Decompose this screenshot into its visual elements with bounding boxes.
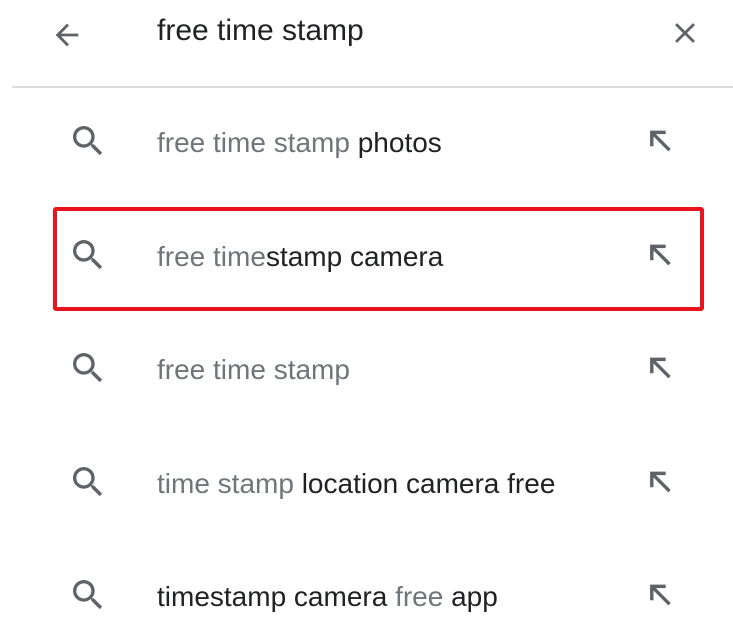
arrow-back-icon (55, 23, 79, 47)
search-bar: free time stamp (0, 0, 733, 86)
suggestion-item[interactable]: time stamp location camera free (0, 429, 733, 525)
clear-search-button[interactable] (662, 10, 708, 56)
arrow-up-left-icon (643, 239, 677, 273)
suggestion-item[interactable]: free time stamp (0, 315, 733, 411)
fill-query-button[interactable] (636, 345, 684, 393)
search-icon (68, 462, 108, 502)
suggestion-text: free timestamp camera (157, 239, 443, 275)
search-icon (68, 575, 108, 615)
fill-query-button[interactable] (636, 459, 684, 507)
suggestion-item[interactable]: timestamp camera free app (0, 542, 733, 638)
suggestion-text-part: free time stamp (157, 127, 358, 158)
arrow-up-left-icon (643, 466, 677, 500)
search-icon (68, 235, 108, 275)
suggestion-text: time stamp location camera free (157, 466, 555, 502)
suggestion-text-part: location camera free (301, 467, 556, 499)
fill-query-button[interactable] (636, 572, 684, 620)
suggestion-text-part: app (443, 581, 498, 612)
back-button[interactable] (44, 12, 90, 58)
suggestion-text-part: timestamp camera (157, 581, 396, 612)
suggestion-text-part: time stamp (157, 467, 302, 499)
suggestion-text: free time stamp photos (157, 125, 442, 161)
suggestion-text-part: photos (357, 127, 442, 158)
suggestion-text-part: free time stamp (157, 354, 350, 385)
suggestion-text-part: stamp camera (265, 240, 444, 272)
arrow-up-left-icon (643, 125, 677, 159)
suggestion-text: timestamp camera free app (157, 579, 498, 615)
fill-query-button[interactable] (636, 232, 684, 280)
suggestion-text-part: free time (157, 240, 266, 272)
fill-query-button[interactable] (636, 118, 684, 166)
suggestion-item[interactable]: free timestamp camera (0, 202, 733, 298)
close-icon (675, 23, 695, 43)
suggestion-text: free time stamp (157, 352, 350, 388)
suggestion-text-part: free (395, 581, 444, 612)
search-icon (68, 348, 108, 388)
search-query-input[interactable]: free time stamp (157, 11, 364, 51)
suggestion-item[interactable]: free time stamp photos (0, 88, 733, 184)
arrow-up-left-icon (643, 352, 677, 386)
search-icon (68, 121, 108, 161)
arrow-up-left-icon (643, 579, 677, 613)
